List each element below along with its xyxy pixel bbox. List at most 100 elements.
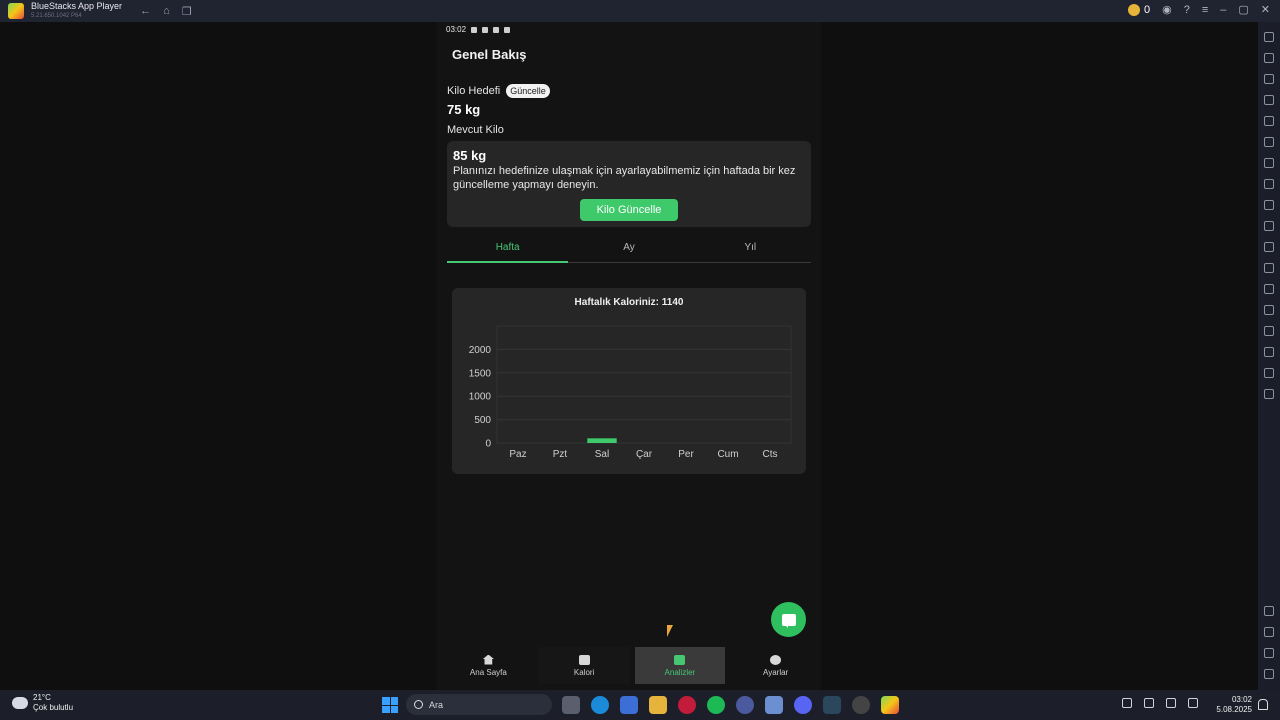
android-home-icon[interactable]: [1264, 647, 1274, 658]
weather-widget[interactable]: 21°C Çok bulutlu: [12, 693, 73, 713]
help-icon[interactable]: ?: [1184, 4, 1190, 16]
home-icon[interactable]: ⌂: [163, 5, 170, 18]
weather-condition: Çok bulutlu: [33, 703, 74, 712]
layers-icon[interactable]: [1264, 367, 1274, 378]
nav-ayarlar[interactable]: Ayarlar: [730, 647, 821, 684]
rotate-icon[interactable]: [1264, 136, 1274, 147]
bluestacks-title-bar: BlueStacks App Player 5.21.650.1042 P64 …: [0, 0, 1280, 22]
goal-update-button[interactable]: Güncelle: [506, 84, 550, 98]
taskbar-search[interactable]: Ara: [406, 694, 552, 715]
shake-icon[interactable]: [1264, 157, 1274, 168]
app-icon[interactable]: [736, 696, 754, 714]
chat-fab-button[interactable]: [771, 602, 806, 637]
windows-start-icon[interactable]: [382, 697, 398, 713]
bottom-navigation: Ana Sayfa Kalori Analizler Ayarlar: [437, 647, 821, 690]
android-back-icon[interactable]: [1264, 626, 1274, 637]
y-tick-label: 1500: [469, 368, 492, 379]
nav-analizler[interactable]: Analizler: [634, 647, 726, 684]
home-icon: [482, 654, 494, 665]
edge-icon[interactable]: [591, 696, 609, 714]
bar-sal: [587, 438, 617, 443]
x-tick-label: Per: [678, 449, 694, 460]
tray-chevron-icon[interactable]: [1122, 698, 1132, 708]
opera-icon[interactable]: [678, 696, 696, 714]
airplane-icon[interactable]: [1264, 283, 1274, 294]
account-icon[interactable]: ◉: [1162, 3, 1172, 16]
tab-hafta[interactable]: Hafta: [447, 237, 569, 263]
window-version: 5.21.650.1042 P64: [31, 13, 82, 19]
tab-ay[interactable]: Ay: [568, 237, 689, 262]
multi-instance-icon[interactable]: [1264, 304, 1274, 315]
current-weight-card: 85 kg Planınızı hedefinize ulaşmak için …: [447, 141, 811, 227]
warning-icon: [482, 26, 489, 33]
steam-icon[interactable]: [823, 696, 841, 714]
y-tick-label: 2000: [469, 345, 492, 356]
mouse-cursor-icon: [667, 625, 673, 637]
bluestacks-taskbar-icon[interactable]: [881, 696, 899, 714]
network-icon[interactable]: [1166, 698, 1176, 708]
goal-row: Kilo Hedefi Güncelle: [447, 84, 550, 98]
speaker-icon[interactable]: [1188, 698, 1198, 708]
window-title-block: BlueStacks App Player 5.21.650.1042 P64: [31, 1, 122, 21]
update-weight-button[interactable]: Kilo Güncelle: [580, 199, 678, 221]
notification-bell-icon[interactable]: [1258, 699, 1268, 710]
y-tick-label: 1000: [469, 392, 492, 403]
title-nav: ← ⌂ ❐: [140, 5, 192, 18]
macro-icon[interactable]: [1264, 178, 1274, 189]
back-icon[interactable]: ←: [140, 5, 151, 18]
microphone-icon[interactable]: [1144, 698, 1154, 708]
system-tray: [1122, 698, 1198, 708]
x-tick-label: Çar: [636, 449, 653, 460]
volume-icon[interactable]: [1264, 52, 1274, 63]
temperature: 21°C: [33, 693, 51, 702]
weather-text: 21°C Çok bulutlu: [33, 693, 73, 713]
y-tick-label: 0: [485, 439, 491, 450]
file-explorer-icon[interactable]: [649, 696, 667, 714]
maximize-icon[interactable]: ▢: [1238, 3, 1248, 16]
fullscreen-icon[interactable]: [1264, 31, 1274, 42]
x-tick-label: Pzt: [553, 449, 568, 460]
vpn-icon[interactable]: [765, 696, 783, 714]
task-view-icon[interactable]: [562, 696, 580, 714]
x-tick-label: Paz: [509, 449, 526, 460]
keyboard-icon[interactable]: [1264, 94, 1274, 105]
nav-ana-sayfa[interactable]: Ana Sayfa: [443, 647, 534, 684]
chart-icon: [674, 654, 686, 665]
screenshot-icon[interactable]: [1264, 220, 1274, 231]
cloud-icon: [12, 697, 28, 709]
nav-kalori[interactable]: Kalori: [538, 647, 630, 684]
store-icon[interactable]: [620, 696, 638, 714]
clock-time: 03:02: [1231, 695, 1252, 704]
update-hint-text: Planınızı hedefinize ulaşmak için ayarla…: [453, 165, 796, 191]
taskbar-clock[interactable]: 03:02 5.08.2025: [1216, 695, 1252, 715]
chrome-icon[interactable]: [852, 696, 870, 714]
current-weight-label: Mevcut Kilo: [447, 124, 504, 136]
goal-label: Kilo Hedefi: [447, 85, 501, 97]
game-controls-icon[interactable]: [1264, 115, 1274, 126]
settings-icon[interactable]: [1264, 605, 1274, 616]
title-bar-controls: 0 ◉ ? ≡ – ▢ ✕: [1127, 3, 1270, 16]
record-icon[interactable]: [1264, 241, 1274, 252]
menu-icon[interactable]: ≡: [1202, 4, 1208, 16]
weekly-calorie-chart: 0 500 1000 1500 2000 Paz Pzt Sal Çar Per Cum Cts: [469, 325, 792, 460]
sidebar-bottom: [1264, 600, 1274, 684]
media-manager-icon[interactable]: [1264, 262, 1274, 273]
search-icon: [414, 700, 423, 709]
coin-icon[interactable]: [1127, 3, 1140, 16]
media-icon[interactable]: [1264, 73, 1274, 84]
close-icon[interactable]: ✕: [1261, 3, 1270, 16]
android-status-bar: 03:02: [446, 25, 511, 34]
sync-icon[interactable]: [1264, 388, 1274, 399]
nav-label: Kalori: [573, 667, 595, 677]
tabs-icon[interactable]: ❐: [182, 5, 192, 18]
discord-icon[interactable]: [794, 696, 812, 714]
eco-mode-icon[interactable]: [1264, 325, 1274, 336]
spotify-icon[interactable]: [707, 696, 725, 714]
tab-yil[interactable]: Yıl: [690, 237, 811, 262]
android-recents-icon[interactable]: [1264, 668, 1274, 679]
minimize-icon[interactable]: –: [1220, 4, 1226, 16]
goal-value: 75 kg: [447, 102, 481, 117]
clock-date: 5.08.2025: [1216, 705, 1252, 714]
location-icon[interactable]: [1264, 346, 1274, 357]
performance-icon[interactable]: [1264, 199, 1274, 210]
